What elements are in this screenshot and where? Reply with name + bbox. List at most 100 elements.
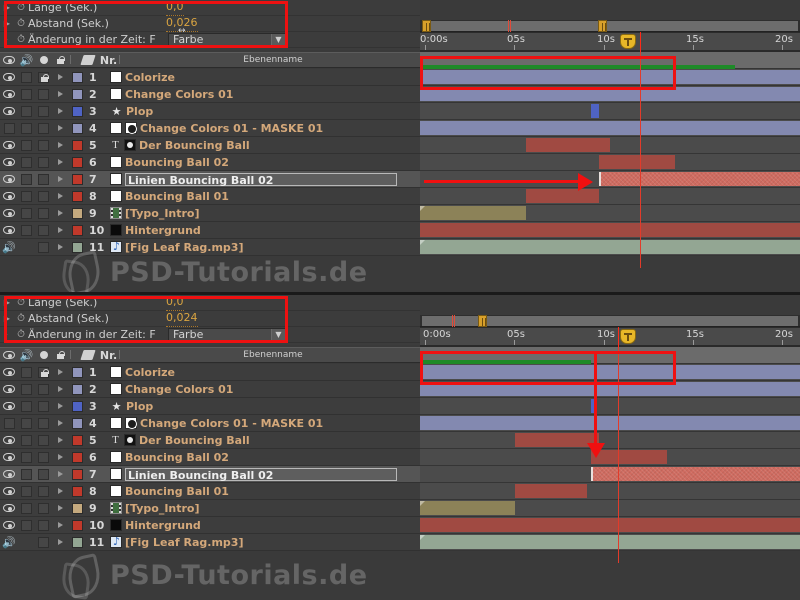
layer-name-cell-3[interactable]: ★ Plop <box>108 398 420 415</box>
speaker-icon[interactable]: 🔊 <box>18 347 35 364</box>
layer-name[interactable]: Change Colors 01 <box>125 383 233 396</box>
audio-toggle-3[interactable] <box>18 398 35 415</box>
shy-tag-icon[interactable] <box>79 52 96 69</box>
solo-toggle-1[interactable] <box>35 69 52 86</box>
layer-name-cell-10[interactable]: Hintergrund <box>108 517 420 534</box>
layer-name[interactable]: Linien Bouncing Ball 02 <box>125 172 397 187</box>
table-row[interactable]: 1 Colorize <box>0 364 420 381</box>
timeline-track-2[interactable] <box>420 86 800 103</box>
table-row[interactable]: 7 Linien Bouncing Ball 02 <box>0 466 420 483</box>
solo-toggle-3[interactable] <box>35 398 52 415</box>
audio-toggle-5[interactable] <box>18 137 35 154</box>
layer-name-cell-9[interactable]: [Typo_Intro] <box>108 500 420 517</box>
layer-duration-bar[interactable] <box>420 365 800 379</box>
layer-duration-bar[interactable] <box>598 172 800 186</box>
comp-marker-icon[interactable] <box>620 34 636 49</box>
layer-color-swatch-2[interactable] <box>68 86 86 103</box>
expand-triangle-8[interactable] <box>52 483 68 500</box>
eye-toggle-8[interactable] <box>0 483 18 500</box>
layer-name[interactable]: Plop <box>126 400 153 413</box>
stopwatch-icon[interactable]: ⏱ <box>14 0 28 16</box>
layer-duration-bar[interactable] <box>420 121 800 135</box>
table-row[interactable]: 3 ★ Plop <box>0 398 420 415</box>
layer-duration-bar[interactable] <box>598 155 675 169</box>
audio-toggle-4[interactable] <box>18 415 35 432</box>
eye-toggle-6[interactable] <box>0 154 18 171</box>
audio-toggle-6[interactable] <box>18 449 35 466</box>
layer-duration-bar[interactable] <box>420 206 527 220</box>
property-row-abstand-2[interactable]: ▶ ⏱ Abstand (Sek.) 0,024 <box>0 311 420 327</box>
work-area-bar[interactable] <box>420 52 800 69</box>
audio-toggle-8[interactable] <box>18 188 35 205</box>
audio-toggle-2[interactable] <box>18 381 35 398</box>
expand-triangle-7[interactable] <box>52 466 68 483</box>
layer-color-swatch-7[interactable] <box>68 466 86 483</box>
disclosure-triangle-icon[interactable]: ▶ <box>0 311 14 327</box>
audio-toggle-7[interactable] <box>18 466 35 483</box>
layer-name-cell-9[interactable]: [Typo_Intro] <box>108 205 420 222</box>
table-row[interactable]: 1 Colorize <box>0 69 420 86</box>
layer-color-swatch-4[interactable] <box>68 415 86 432</box>
eye-toggle-10[interactable] <box>0 517 18 534</box>
layer-name-cell-4[interactable]: Change Colors 01 - MASKE 01 <box>108 415 420 432</box>
solo-toggle-11[interactable] <box>35 534 52 551</box>
shy-tag-icon[interactable] <box>79 347 96 364</box>
eye-toggle-11[interactable]: 🔊 <box>0 239 18 256</box>
table-row[interactable]: 8 Bouncing Ball 01 <box>0 188 420 205</box>
property-value[interactable]: 0,0 <box>166 294 184 311</box>
timeline-tracks-bottom[interactable] <box>420 347 800 563</box>
expand-triangle-4[interactable] <box>52 120 68 137</box>
eye-toggle-3[interactable] <box>0 103 18 120</box>
timeline-track-9[interactable] <box>420 205 800 222</box>
table-row[interactable]: 8 Bouncing Ball 01 <box>0 483 420 500</box>
layer-name[interactable]: Colorize <box>125 366 175 379</box>
audio-toggle-4[interactable] <box>18 120 35 137</box>
layer-name-cell-11[interactable]: [Fig Leaf Rag.mp3] <box>108 534 420 551</box>
playhead-indicator[interactable] <box>640 52 642 268</box>
layer-duration-bar[interactable] <box>420 70 800 84</box>
layer-duration-bar[interactable] <box>420 223 800 237</box>
solo-toggle-9[interactable] <box>35 500 52 517</box>
navigator-track[interactable] <box>422 21 798 31</box>
layer-color-swatch-10[interactable] <box>68 517 86 534</box>
stopwatch-icon[interactable]: ⏱ <box>14 311 28 327</box>
layer-duration-bar[interactable] <box>591 104 599 118</box>
layer-duration-bar[interactable] <box>420 416 800 430</box>
stopwatch-icon[interactable]: ⏱ <box>14 327 28 343</box>
solo-toggle-1[interactable] <box>35 364 52 381</box>
stopwatch-icon[interactable]: ⏱ <box>14 32 28 48</box>
layer-name[interactable]: [Typo_Intro] <box>125 502 200 515</box>
property-row-laenge-2[interactable]: ▶ ⏱ Länge (Sek.) 0,0 <box>0 295 420 311</box>
layer-color-swatch-9[interactable] <box>68 500 86 517</box>
eye-toggle-2[interactable] <box>0 381 18 398</box>
property-value[interactable]: 0,0 <box>166 0 184 16</box>
layer-name[interactable]: [Typo_Intro] <box>125 207 200 220</box>
layer-name[interactable]: Hintergrund <box>125 519 201 532</box>
layer-name-cell-8[interactable]: Bouncing Ball 01 <box>108 188 420 205</box>
solo-toggle-4[interactable] <box>35 415 52 432</box>
timeline-track-1[interactable] <box>420 69 800 86</box>
solo-toggle-6[interactable] <box>35 154 52 171</box>
work-area-bar[interactable] <box>420 347 800 364</box>
audio-toggle-9[interactable] <box>18 205 35 222</box>
audio-toggle-5[interactable] <box>18 432 35 449</box>
layer-color-swatch-5[interactable] <box>68 137 86 154</box>
disclosure-triangle-icon[interactable]: ▶ <box>0 295 14 311</box>
timeline-track-11[interactable] <box>420 239 800 256</box>
solo-toggle-8[interactable] <box>35 483 52 500</box>
property-row-aenderung-2[interactable]: · ⏱ Änderung in der Zeit: F Farbe ▼ <box>0 327 420 343</box>
layer-name-cell-1[interactable]: Colorize <box>108 69 420 86</box>
layer-name-cell-8[interactable]: Bouncing Ball 01 <box>108 483 420 500</box>
solo-toggle-2[interactable] <box>35 381 52 398</box>
table-row[interactable]: 4 Change Colors 01 - MASKE 01 <box>0 120 420 137</box>
expand-triangle-4[interactable] <box>52 415 68 432</box>
eye-toggle-6[interactable] <box>0 449 18 466</box>
stopwatch-icon[interactable]: ⏱ <box>14 16 28 32</box>
color-mode-dropdown-2[interactable]: Farbe ▼ <box>168 328 288 342</box>
layer-duration-bar[interactable] <box>420 501 515 515</box>
eye-icon[interactable] <box>0 347 18 364</box>
expand-triangle-7[interactable] <box>52 171 68 188</box>
layer-duration-bar[interactable] <box>526 189 599 203</box>
navigator-handle-left[interactable] <box>422 20 431 32</box>
timeline-track-9[interactable] <box>420 500 800 517</box>
